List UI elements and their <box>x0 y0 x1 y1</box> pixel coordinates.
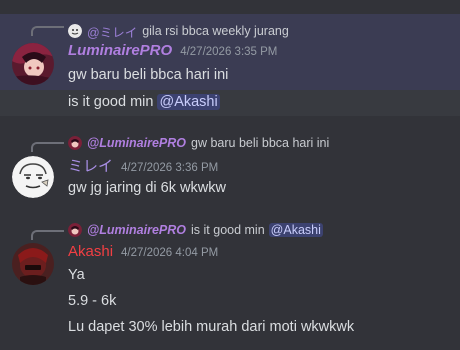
timestamp[interactable]: 4/27/2026 3:35 PM <box>180 46 277 58</box>
mention-akashi[interactable]: @Akashi <box>268 223 323 237</box>
avatar-luminaire[interactable] <box>12 43 54 85</box>
message-text: Lu dapet 30% lebih murah dari moti wkwkw… <box>68 319 355 335</box>
message-text: Ya <box>68 267 85 283</box>
message-continuation[interactable]: is it good min @Akashi <box>0 90 460 116</box>
reply-text: gw baru beli bbca hari ini <box>191 136 330 150</box>
message-text: 5.9 - 6k <box>68 293 117 309</box>
reply-author[interactable]: @LuminairePRO <box>87 223 186 237</box>
reply-avatar-mirei <box>68 24 82 38</box>
username[interactable]: LuminairePRO <box>68 42 172 59</box>
reply-avatar-luminaire <box>68 223 82 237</box>
avatar-akashi[interactable] <box>12 243 54 285</box>
reply-spine <box>31 142 64 152</box>
timestamp[interactable]: 4/27/2026 3:36 PM <box>121 162 218 174</box>
reply-spine <box>31 26 64 36</box>
mention-akashi[interactable]: @Akashi <box>157 94 220 110</box>
message-text: is it good min @Akashi <box>68 94 220 110</box>
username[interactable]: ミレイ <box>68 155 113 176</box>
chat-message-list: @ミレイ gila rsi bbca weekly jurang Luminai… <box>0 0 460 350</box>
message-header: Akashi 4/27/2026 4:04 PM <box>68 243 218 265</box>
message-header: LuminairePRO 4/27/2026 3:35 PM <box>68 42 277 64</box>
reply-text: gila rsi bbca weekly jurang <box>142 24 289 38</box>
reply-preview[interactable]: @ミレイ gila rsi bbca weekly jurang <box>68 22 289 40</box>
message-group-mirei[interactable]: @LuminairePRO gw baru beli bbca hari ini… <box>0 128 460 204</box>
message-group-akashi[interactable]: @LuminairePRO is it good min @Akashi Aka… <box>0 216 460 346</box>
reply-preview[interactable]: @LuminairePRO gw baru beli bbca hari ini <box>68 134 329 152</box>
reply-author[interactable]: @ミレイ <box>87 22 137 41</box>
reply-avatar-luminaire <box>68 136 82 150</box>
message-text: gw jg jaring di 6k wkwkw <box>68 180 226 196</box>
username[interactable]: Akashi <box>68 243 113 260</box>
reply-author[interactable]: @LuminairePRO <box>87 136 186 150</box>
avatar-mirei[interactable] <box>12 156 54 198</box>
message-group-luminaire[interactable]: @ミレイ gila rsi bbca weekly jurang Luminai… <box>0 14 460 90</box>
message-text: gw baru beli bbca hari ini <box>68 67 229 83</box>
reply-preview[interactable]: @LuminairePRO is it good min @Akashi <box>68 221 323 239</box>
reply-text: is it good min <box>191 223 265 237</box>
timestamp[interactable]: 4/27/2026 4:04 PM <box>121 247 218 259</box>
message-header: ミレイ 4/27/2026 3:36 PM <box>68 155 218 177</box>
reply-spine <box>31 230 64 240</box>
